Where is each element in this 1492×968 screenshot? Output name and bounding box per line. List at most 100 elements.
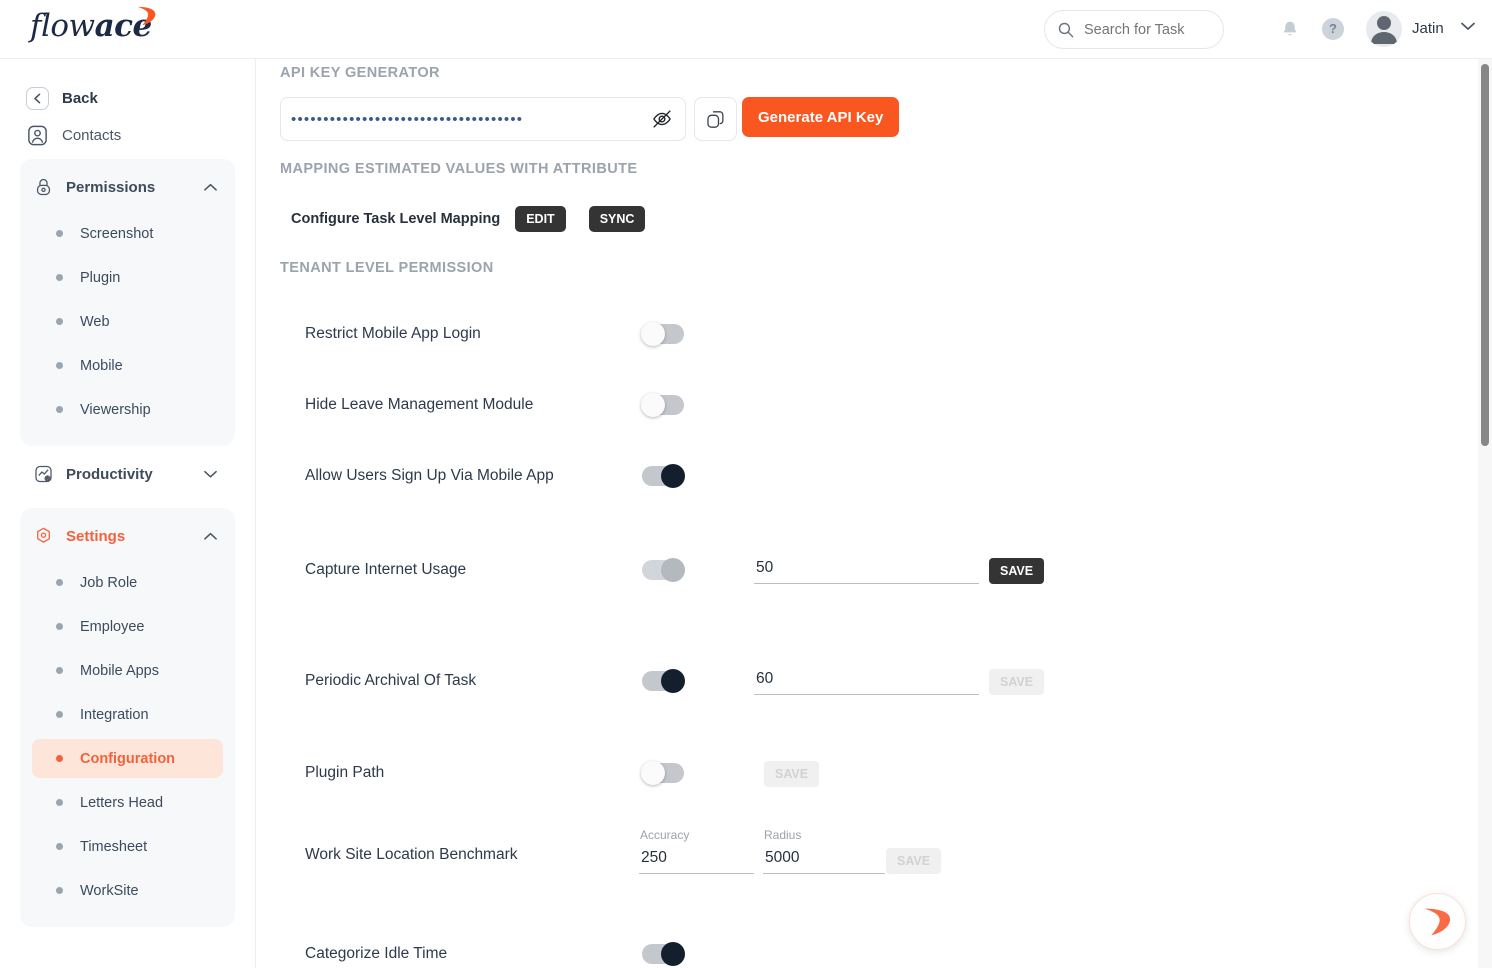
bullet-icon <box>56 623 63 630</box>
permission-row-categorize-idle-time: Categorize Idle Time <box>257 934 1357 968</box>
hide-leave-management-module-toggle[interactable] <box>641 393 684 417</box>
periodic-archival-of-task-toggle[interactable] <box>642 669 685 693</box>
sidebar-item-plugin[interactable]: Plugin <box>32 258 223 297</box>
accuracy-input[interactable] <box>639 846 754 874</box>
sidebar-item-label: Screenshot <box>80 225 154 242</box>
search-input[interactable] <box>1082 20 1202 39</box>
main-scrollbar-thumb[interactable] <box>1481 64 1489 446</box>
gear-hex-icon <box>37 527 50 543</box>
sidebar-item-label: Timesheet <box>80 838 148 855</box>
toggle-knob <box>661 558 685 582</box>
search-box[interactable] <box>1044 10 1224 49</box>
bullet-icon <box>56 274 63 281</box>
contacts-label: Contacts <box>62 127 122 144</box>
back-icon <box>26 87 49 110</box>
permission-row-periodic-archival-of-task: Periodic Archival Of Task SAVE <box>257 661 1357 701</box>
sidebar-item-contacts[interactable]: Contacts <box>26 124 255 147</box>
restrict-mobile-app-login-toggle[interactable] <box>641 322 684 346</box>
permission-row-capture-internet-usage: Capture Internet Usage SAVE <box>257 550 1357 590</box>
sidebar-group-header-settings[interactable]: Settings <box>20 514 235 558</box>
categorize-idle-time-toggle[interactable] <box>642 942 685 966</box>
sync-mapping-button[interactable]: SYNC <box>588 206 646 232</box>
api-key-masked-value: •••••••••••••••••••••••••••••••••••• <box>291 110 524 128</box>
sidebar-item-web[interactable]: Web <box>32 302 223 341</box>
sidebar: Back Contacts Permissions Screenshot Plu… <box>0 59 256 968</box>
sidebar-item-back[interactable]: Back <box>26 87 255 110</box>
radius-input[interactable] <box>763 846 885 874</box>
sidebar-group-permissions: Permissions Screenshot Plugin Web Mobile… <box>20 159 235 446</box>
avatar[interactable] <box>1366 11 1402 47</box>
sidebar-item-label: Mobile <box>80 357 123 374</box>
sidebar-group-header-productivity[interactable]: Productivity <box>20 452 235 496</box>
sidebar-group-header-permissions[interactable]: Permissions <box>20 165 235 209</box>
plugin-path-toggle[interactable] <box>641 761 684 785</box>
api-key-field[interactable]: •••••••••••••••••••••••••••••••••••• <box>280 97 686 141</box>
accuracy-caption: Accuracy <box>640 828 690 842</box>
toggle-knob <box>661 669 685 693</box>
toggle-knob <box>641 322 665 346</box>
permission-label: Periodic Archival Of Task <box>305 672 477 689</box>
user-name-label: Jatin <box>1412 20 1444 37</box>
capture-internet-usage-input[interactable] <box>754 556 979 584</box>
generate-api-key-button[interactable]: Generate API Key <box>742 97 900 137</box>
back-label: Back <box>62 90 98 107</box>
chevron-down-icon[interactable] <box>1461 22 1475 31</box>
configure-task-level-mapping-row: Configure Task Level Mapping EDIT SYNC <box>291 206 646 232</box>
help-icon[interactable]: ? <box>1322 18 1344 40</box>
sidebar-item-label: Web <box>80 313 110 330</box>
radius-caption: Radius <box>764 828 802 842</box>
top-header-bar: flowace ? Jatin <box>0 0 1492 59</box>
work-site-location-benchmark-save-button: SAVE <box>886 848 942 874</box>
chevron-up-icon[interactable] <box>204 530 217 543</box>
edit-mapping-button[interactable]: EDIT <box>515 206 566 232</box>
capture-internet-usage-save-button[interactable]: SAVE <box>989 558 1045 584</box>
sidebar-item-viewership[interactable]: Viewership <box>32 390 223 429</box>
eye-off-icon[interactable] <box>651 108 673 130</box>
app-logo[interactable]: flowace <box>30 8 152 44</box>
mapping-section-title: MAPPING ESTIMATED VALUES WITH ATTRIBUTE <box>280 161 638 177</box>
sidebar-item-screenshot[interactable]: Screenshot <box>32 214 223 253</box>
sidebar-item-worksite[interactable]: WorkSite <box>32 871 223 910</box>
main-content: API KEY GENERATOR ••••••••••••••••••••••… <box>257 59 1492 968</box>
periodic-archival-of-task-save-button: SAVE <box>989 669 1045 695</box>
contacts-icon <box>28 125 47 146</box>
sidebar-item-integration[interactable]: Integration <box>32 695 223 734</box>
bullet-icon <box>56 755 63 762</box>
bullet-icon <box>56 711 63 718</box>
bell-icon[interactable] <box>1280 18 1300 41</box>
permission-row-work-site-location-benchmark: Work Site Location Benchmark Accuracy Ra… <box>257 824 1357 884</box>
chevron-down-icon[interactable] <box>204 468 217 481</box>
chat-widget-button[interactable] <box>1409 893 1466 950</box>
sidebar-item-mobile-apps[interactable]: Mobile Apps <box>32 651 223 690</box>
capture-internet-usage-toggle[interactable] <box>642 558 685 582</box>
sidebar-item-label: Plugin <box>80 269 121 286</box>
sidebar-group-settings: Settings Job Role Employee Mobile Apps I… <box>20 508 235 927</box>
sidebar-group-label: Settings <box>66 527 126 545</box>
permission-row-hide-leave-management-module: Hide Leave Management Module <box>257 385 1357 425</box>
periodic-archival-of-task-input[interactable] <box>754 667 979 695</box>
logo-text-light: flow <box>30 8 95 44</box>
sidebar-item-label: Configuration <box>80 750 176 767</box>
sidebar-item-label: Mobile Apps <box>80 662 159 679</box>
chart-star-icon <box>35 465 52 483</box>
sidebar-group-productivity: Productivity <box>20 452 235 496</box>
sidebar-item-letters-head[interactable]: Letters Head <box>32 783 223 822</box>
sidebar-item-job-role[interactable]: Job Role <box>32 563 223 602</box>
permission-row-plugin-path: Plugin Path SAVE <box>257 753 1357 793</box>
sidebar-group-label: Permissions <box>66 178 156 196</box>
permission-row-allow-users-sign-up-via-mobile-app: Allow Users Sign Up Via Mobile App <box>257 456 1357 496</box>
plugin-path-save-button: SAVE <box>764 761 820 787</box>
copy-api-key-button[interactable] <box>694 97 737 141</box>
toggle-knob <box>661 464 685 488</box>
chevron-up-icon[interactable] <box>204 181 217 194</box>
sidebar-group-label: Productivity <box>66 465 153 483</box>
permission-label: Work Site Location Benchmark <box>305 846 518 863</box>
sidebar-item-mobile[interactable]: Mobile <box>32 346 223 385</box>
sidebar-item-configuration[interactable]: Configuration <box>32 739 223 778</box>
allow-users-sign-up-toggle[interactable] <box>642 464 685 488</box>
toggle-knob <box>661 942 685 966</box>
bullet-icon <box>56 799 63 806</box>
sidebar-item-timesheet[interactable]: Timesheet <box>32 827 223 866</box>
sidebar-item-employee[interactable]: Employee <box>32 607 223 646</box>
bullet-icon <box>56 843 63 850</box>
